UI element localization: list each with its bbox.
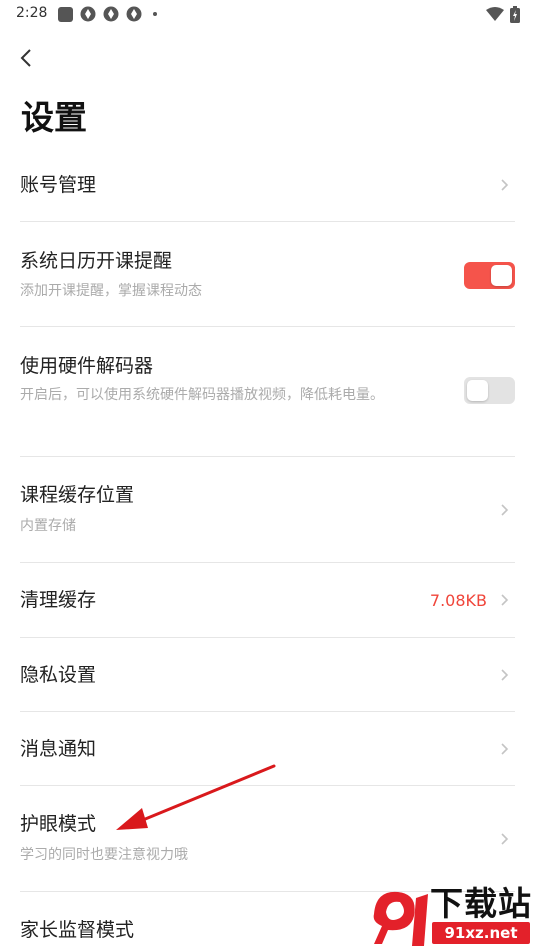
- page-title: 设置: [21, 98, 87, 137]
- app-notification-icon: [58, 6, 73, 22]
- more-notifications-icon: [153, 12, 157, 16]
- settings-item-title: 清理缓存: [20, 589, 97, 611]
- settings-item-notifications[interactable]: 消息通知: [20, 712, 515, 786]
- settings-item-eye-care[interactable]: 护眼模式 学习的同时也要注意视力哦: [20, 786, 515, 892]
- chevron-left-icon: [20, 49, 31, 67]
- settings-item-cache-location[interactable]: 课程缓存位置 内置存储: [20, 457, 515, 563]
- settings-item-title: 账号管理: [20, 174, 97, 196]
- app-notification-icon: [103, 6, 119, 22]
- cache-size-value: 7.08KB: [429, 591, 487, 610]
- settings-item-privacy[interactable]: 隐私设置: [20, 638, 515, 712]
- watermark: 下载站 91xz.net: [368, 884, 532, 948]
- settings-item-subtitle: 开启后，可以使用系统硬件解码器播放视频，降低耗电量。: [20, 387, 384, 403]
- settings-item-title: 家长监督模式: [20, 919, 135, 941]
- settings-item-subtitle: 学习的同时也要注意视力哦: [20, 847, 188, 863]
- settings-item-decoder: 使用硬件解码器 开启后，可以使用系统硬件解码器播放视频，降低耗电量。: [20, 327, 515, 457]
- chevron-right-icon: [501, 594, 509, 606]
- chevron-right-icon: [501, 743, 509, 755]
- settings-item-title: 课程缓存位置: [20, 484, 135, 506]
- chevron-right-icon: [501, 669, 509, 681]
- settings-item-account[interactable]: 账号管理: [20, 148, 515, 222]
- calendar-reminder-toggle[interactable]: [464, 262, 515, 289]
- chevron-right-icon: [501, 833, 509, 845]
- battery-icon: [510, 5, 520, 23]
- chevron-right-icon: [501, 504, 509, 516]
- settings-item-title: 消息通知: [20, 738, 97, 760]
- toggle-knob: [467, 380, 488, 401]
- watermark-brand: 下载站: [430, 884, 532, 923]
- settings-item-title: 护眼模式: [20, 813, 97, 835]
- system-icons: [486, 5, 520, 23]
- toggle-knob: [491, 265, 512, 286]
- status-time: 2:28: [16, 5, 48, 21]
- hardware-decoder-toggle[interactable]: [464, 377, 515, 404]
- status-bar: 2:28: [0, 0, 534, 30]
- settings-item-clear-cache[interactable]: 清理缓存 7.08KB: [20, 563, 515, 638]
- settings-item-title: 系统日历开课提醒: [20, 250, 173, 272]
- settings-list: 账号管理 系统日历开课提醒 添加开课提醒，掌握课程动态 使用硬件解码器 开启后，…: [0, 148, 534, 950]
- watermark-logo-icon: [373, 891, 428, 946]
- wifi-icon: [486, 7, 504, 21]
- settings-item-calendar: 系统日历开课提醒 添加开课提醒，掌握课程动态: [20, 222, 515, 327]
- chevron-right-icon: [501, 179, 509, 191]
- back-button[interactable]: [10, 42, 42, 74]
- app-notification-icon: [126, 6, 142, 22]
- settings-item-subtitle: 添加开课提醒，掌握课程动态: [20, 283, 202, 299]
- settings-item-title: 使用硬件解码器: [20, 355, 154, 377]
- settings-item-subtitle: 内置存储: [20, 518, 76, 534]
- notification-icons: [58, 5, 157, 23]
- settings-item-title: 隐私设置: [20, 664, 97, 686]
- app-notification-icon: [80, 6, 96, 22]
- watermark-url: 91xz.net: [432, 922, 530, 944]
